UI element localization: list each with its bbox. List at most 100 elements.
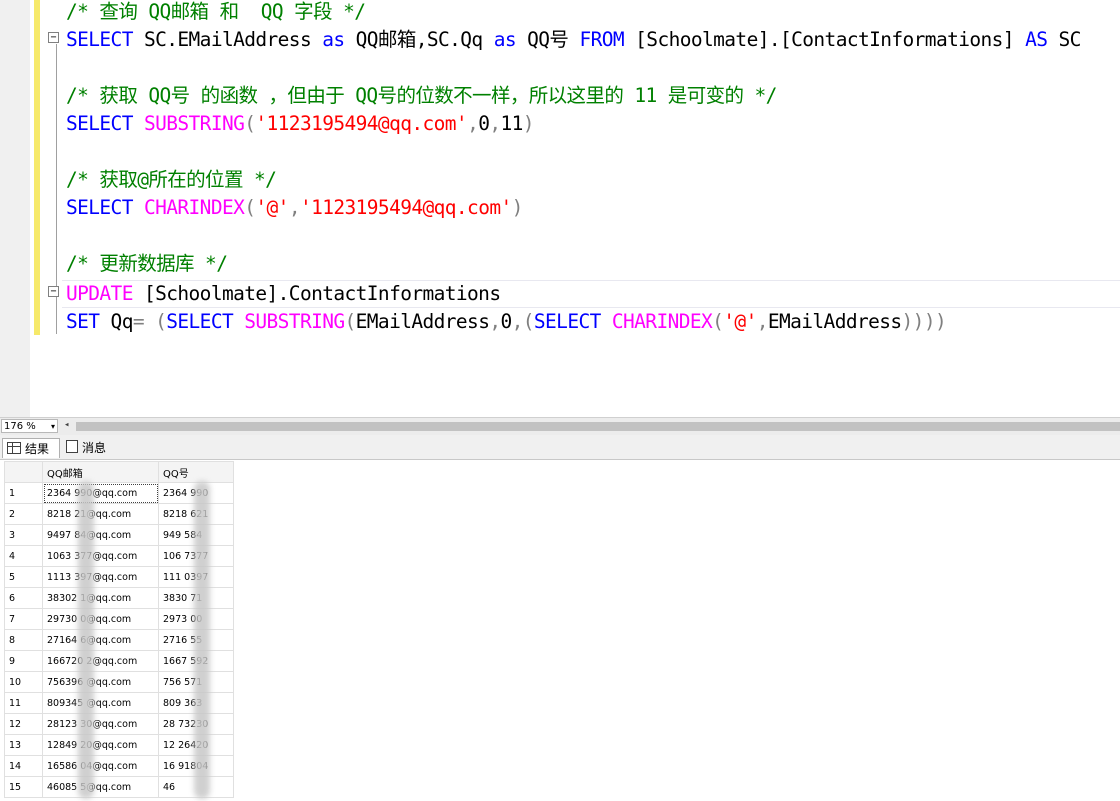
row-number-cell[interactable]: 2 — [4, 503, 43, 525]
code-token: SET — [66, 310, 100, 333]
results-tabs: 结果 消息 — [0, 435, 1120, 460]
code-token: ) — [522, 112, 535, 135]
code-token: EMailAddress — [767, 310, 902, 333]
code-token: /* 获取@所在的位置 */ — [66, 168, 277, 191]
code-token: ( — [244, 112, 256, 135]
blur-mask — [78, 481, 94, 799]
code-token: )))) — [901, 310, 947, 333]
change-tracking-bar — [34, 0, 40, 335]
qq-email-cell[interactable]: 166720 2@qq.com — [42, 650, 159, 672]
code-token: 0 — [478, 112, 490, 135]
row-number-cell[interactable]: 7 — [4, 608, 43, 630]
code-token: ) — [511, 196, 524, 219]
code-line[interactable]: /* 查询 QQ邮箱 和 QQ 字段 */ — [66, 0, 366, 24]
code-token: , — [288, 196, 301, 219]
code-token: SC — [1047, 28, 1081, 51]
qq-email-cell[interactable]: 1113 397@qq.com — [42, 566, 159, 588]
zoom-select[interactable]: 176 % ▾ — [1, 419, 58, 433]
row-number-cell[interactable]: 15 — [4, 776, 43, 798]
row-number-cell[interactable]: 13 — [4, 734, 43, 756]
qq-email-cell[interactable]: 38302 1@qq.com — [42, 587, 159, 609]
code-token: SUBSTRING — [143, 112, 245, 135]
query-editor[interactable]: − − /* 查询 QQ邮箱 和 QQ 字段 */ SELECT SC.EMail… — [0, 0, 1120, 417]
code-token: [Schoolmate].[ContactInformations] — [624, 28, 1026, 51]
qq-email-cell[interactable]: 9497 84@qq.com — [42, 524, 159, 546]
code-line[interactable]: SELECT SC.EMailAddress as QQ邮箱,SC.Qq as … — [66, 28, 1081, 52]
row-number-cell[interactable]: 11 — [4, 692, 43, 714]
qq-email-cell[interactable]: 16586 04@qq.com — [42, 755, 159, 777]
collapse-icon[interactable]: − — [48, 32, 59, 43]
code-token: as — [322, 28, 345, 51]
code-token: /* 更新数据库 */ — [66, 252, 228, 275]
row-number-cell[interactable]: 6 — [4, 587, 43, 609]
code-line[interactable]: SET Qq= (SELECT SUBSTRING(EMailAddress,0… — [66, 310, 947, 334]
code-token: UPDATE — [66, 282, 133, 305]
grid-icon — [7, 442, 21, 454]
results-grid[interactable]: QQ邮箱 QQ号 1 2364 990@qq.com 2364 990 2 8218 2… — [4, 461, 236, 799]
message-icon — [66, 440, 78, 453]
scroll-left-icon[interactable]: ◂ — [64, 420, 69, 430]
collapse-icon[interactable]: − — [48, 286, 59, 297]
code-token: SELECT — [66, 28, 133, 51]
column-header-qq-email[interactable]: QQ邮箱 — [42, 461, 159, 483]
row-number-header[interactable] — [4, 461, 43, 483]
code-token: FROM — [579, 28, 625, 51]
row-number-cell[interactable]: 4 — [4, 545, 43, 567]
row-number-cell[interactable]: 8 — [4, 629, 43, 651]
column-header-qq-number[interactable]: QQ号 — [158, 461, 234, 483]
code-token: '@' — [723, 310, 757, 333]
code-token: ,( — [511, 310, 535, 333]
row-number-cell[interactable]: 3 — [4, 524, 43, 546]
code-token: ( — [344, 310, 357, 333]
horizontal-scrollbar-thumb[interactable] — [76, 422, 1120, 431]
tab-messages[interactable]: 消息 — [62, 438, 116, 458]
chevron-down-icon[interactable]: ▾ — [51, 420, 55, 434]
row-number-cell[interactable]: 5 — [4, 566, 43, 588]
qq-email-cell[interactable]: 2364 990@qq.com — [42, 482, 159, 504]
code-token: , — [489, 310, 501, 333]
qq-email-cell[interactable]: 756396 @qq.com — [42, 671, 159, 693]
code-token: SELECT — [66, 196, 133, 219]
tab-messages-label: 消息 — [82, 441, 107, 455]
qq-email-cell[interactable]: 809345 @qq.com — [42, 692, 159, 714]
qq-email-cell[interactable]: 8218 21@qq.com — [42, 503, 159, 525]
code-token: , — [489, 112, 501, 135]
qq-email-cell[interactable]: 1063 377@qq.com — [42, 545, 159, 567]
row-number-cell[interactable]: 14 — [4, 755, 43, 777]
code-line[interactable]: UPDATE [Schoolmate].ContactInformations — [66, 282, 501, 306]
code-token: EMailAddress — [355, 310, 490, 333]
code-token: QQ邮箱,SC.Qq — [344, 28, 494, 51]
row-number-cell[interactable]: 10 — [4, 671, 43, 693]
grid-header-row: QQ邮箱 QQ号 — [4, 461, 234, 483]
code-token: 11 — [500, 112, 523, 135]
code-token: SUBSTRING — [244, 310, 345, 333]
qq-email-cell[interactable]: 46085 5@qq.com — [42, 776, 159, 798]
code-token: AS — [1025, 28, 1048, 51]
row-number-cell[interactable]: 1 — [4, 482, 43, 504]
editor-status-bar: 176 % ▾ ◂ — [0, 417, 1120, 435]
code-token: '1123195494@qq.com' — [255, 112, 468, 135]
qq-email-cell[interactable]: 28123 30@qq.com — [42, 713, 159, 735]
code-line[interactable]: SELECT SUBSTRING('1123195494@qq.com',0,1… — [66, 112, 535, 136]
code-token: as — [493, 28, 517, 51]
row-number-cell[interactable]: 12 — [4, 713, 43, 735]
code-line[interactable]: /* 获取 QQ号 的函数 ，但由于 QQ号的位数不一样，所以这里的 11 是可… — [66, 84, 777, 108]
code-line[interactable]: /* 获取@所在的位置 */ — [66, 168, 277, 192]
code-token: , — [467, 112, 479, 135]
code-line[interactable]: SELECT CHARINDEX('@','1123195494@qq.com'… — [66, 196, 523, 220]
code-line[interactable]: /* 更新数据库 */ — [66, 252, 228, 276]
code-token: SELECT — [166, 310, 234, 333]
code-token: , — [756, 310, 769, 333]
code-token: '@' — [255, 196, 289, 219]
row-number-cell[interactable]: 9 — [4, 650, 43, 672]
qq-email-cell[interactable]: 27164 6@qq.com — [42, 629, 159, 651]
tab-results[interactable]: 结果 — [2, 438, 60, 458]
qq-email-cell[interactable]: 29730 0@qq.com — [42, 608, 159, 630]
qq-email-cell[interactable]: 12849 20@qq.com — [42, 734, 159, 756]
code-token: SELECT — [533, 310, 601, 333]
tab-results-label: 结果 — [25, 442, 50, 456]
code-token: '1123195494@qq.com' — [299, 196, 512, 219]
